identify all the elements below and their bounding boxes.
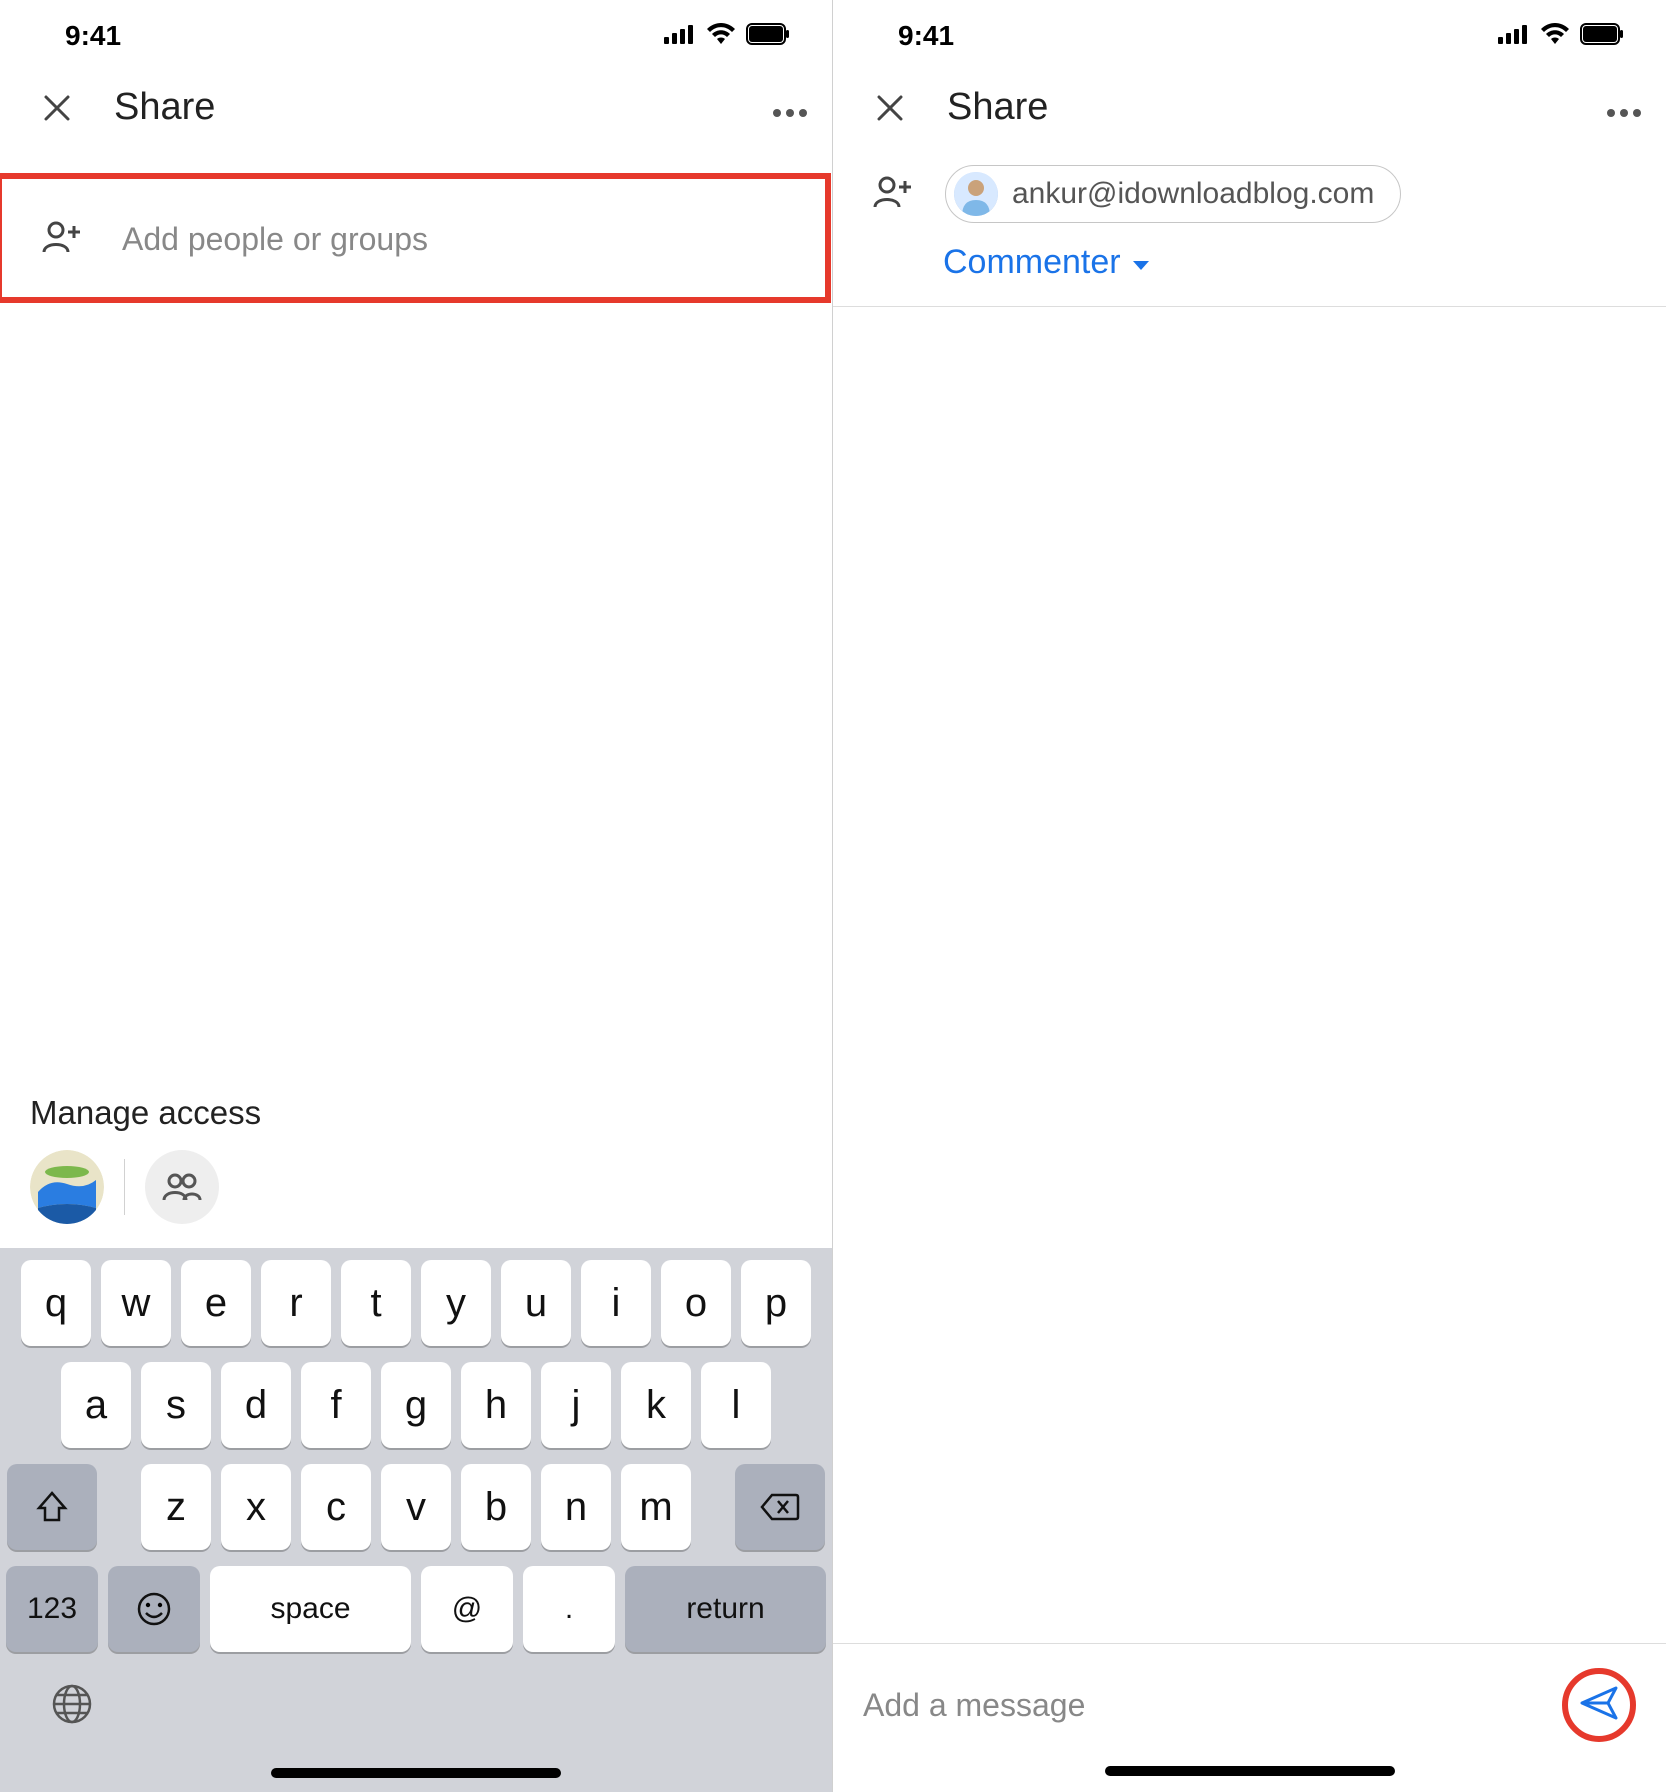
share-header: Share — [833, 72, 1666, 153]
key-f[interactable]: f — [301, 1362, 371, 1448]
battery-icon — [1580, 23, 1624, 50]
shift-key[interactable] — [7, 1464, 97, 1550]
more-icon[interactable] — [1606, 88, 1642, 127]
person-add-icon — [873, 175, 915, 214]
key-b[interactable]: b — [461, 1464, 531, 1550]
home-indicator — [1105, 1766, 1395, 1776]
key-n[interactable]: n — [541, 1464, 611, 1550]
key-i[interactable]: i — [581, 1260, 651, 1346]
key-g[interactable]: g — [381, 1362, 451, 1448]
key-v[interactable]: v — [381, 1464, 451, 1550]
screen-share-empty: 9:41 Share Manage — [0, 0, 833, 1792]
at-key[interactable]: @ — [421, 1566, 513, 1652]
ios-keyboard: q w e r t y u i o p a s d f g h j k l — [0, 1248, 832, 1792]
permission-label: Commenter — [943, 243, 1121, 282]
person-add-icon — [42, 220, 84, 259]
key-y[interactable]: y — [421, 1260, 491, 1346]
key-s[interactable]: s — [141, 1362, 211, 1448]
space-key[interactable]: space — [210, 1566, 411, 1652]
close-icon[interactable] — [873, 91, 907, 125]
key-x[interactable]: x — [221, 1464, 291, 1550]
permission-dropdown[interactable]: Commenter — [833, 223, 1666, 306]
globe-icon[interactable] — [50, 1682, 94, 1731]
key-a[interactable]: a — [61, 1362, 131, 1448]
key-o[interactable]: o — [661, 1260, 731, 1346]
key-m[interactable]: m — [621, 1464, 691, 1550]
add-people-input[interactable] — [122, 221, 785, 258]
close-icon[interactable] — [40, 91, 74, 125]
status-time: 9:41 — [898, 20, 954, 52]
status-bar: 9:41 — [0, 0, 832, 72]
dot-key[interactable]: . — [523, 1566, 615, 1652]
key-h[interactable]: h — [461, 1362, 531, 1448]
add-people-highlight — [0, 173, 831, 303]
key-c[interactable]: c — [301, 1464, 371, 1550]
page-title: Share — [947, 86, 1566, 129]
key-p[interactable]: p — [741, 1260, 811, 1346]
key-r[interactable]: r — [261, 1260, 331, 1346]
group-button[interactable] — [145, 1150, 219, 1224]
share-header: Share — [0, 72, 832, 153]
status-time: 9:41 — [65, 20, 121, 52]
key-w[interactable]: w — [101, 1260, 171, 1346]
chip-email: ankur@idownloadblog.com — [1012, 177, 1374, 211]
chevron-down-icon — [1131, 243, 1151, 282]
person-chip[interactable]: ankur@idownloadblog.com — [945, 165, 1401, 223]
wifi-icon — [706, 23, 736, 50]
cellular-icon — [664, 24, 696, 49]
key-l[interactable]: l — [701, 1362, 771, 1448]
key-d[interactable]: d — [221, 1362, 291, 1448]
send-button-highlight — [1562, 1668, 1636, 1742]
key-e[interactable]: e — [181, 1260, 251, 1346]
key-z[interactable]: z — [141, 1464, 211, 1550]
send-icon[interactable] — [1578, 1682, 1620, 1729]
manage-access-title: Manage access — [30, 1094, 802, 1132]
backspace-key[interactable] — [735, 1464, 825, 1550]
home-indicator — [271, 1768, 561, 1778]
chip-avatar — [954, 172, 998, 216]
screen-share-filled: 9:41 Share ankur@i — [833, 0, 1666, 1792]
battery-icon — [746, 23, 790, 50]
more-icon[interactable] — [772, 88, 808, 127]
return-key[interactable]: return — [625, 1566, 826, 1652]
key-u[interactable]: u — [501, 1260, 571, 1346]
status-bar: 9:41 — [833, 0, 1666, 72]
owner-avatar[interactable] — [30, 1150, 104, 1224]
key-k[interactable]: k — [621, 1362, 691, 1448]
key-q[interactable]: q — [21, 1260, 91, 1346]
key-j[interactable]: j — [541, 1362, 611, 1448]
numbers-key[interactable]: 123 — [6, 1566, 98, 1652]
emoji-key[interactable] — [108, 1566, 200, 1652]
page-title: Share — [114, 86, 732, 129]
key-t[interactable]: t — [341, 1260, 411, 1346]
cellular-icon — [1498, 24, 1530, 49]
message-input[interactable] — [863, 1687, 1542, 1724]
manage-access: Manage access — [0, 1094, 832, 1248]
message-bar — [833, 1643, 1666, 1766]
wifi-icon — [1540, 23, 1570, 50]
